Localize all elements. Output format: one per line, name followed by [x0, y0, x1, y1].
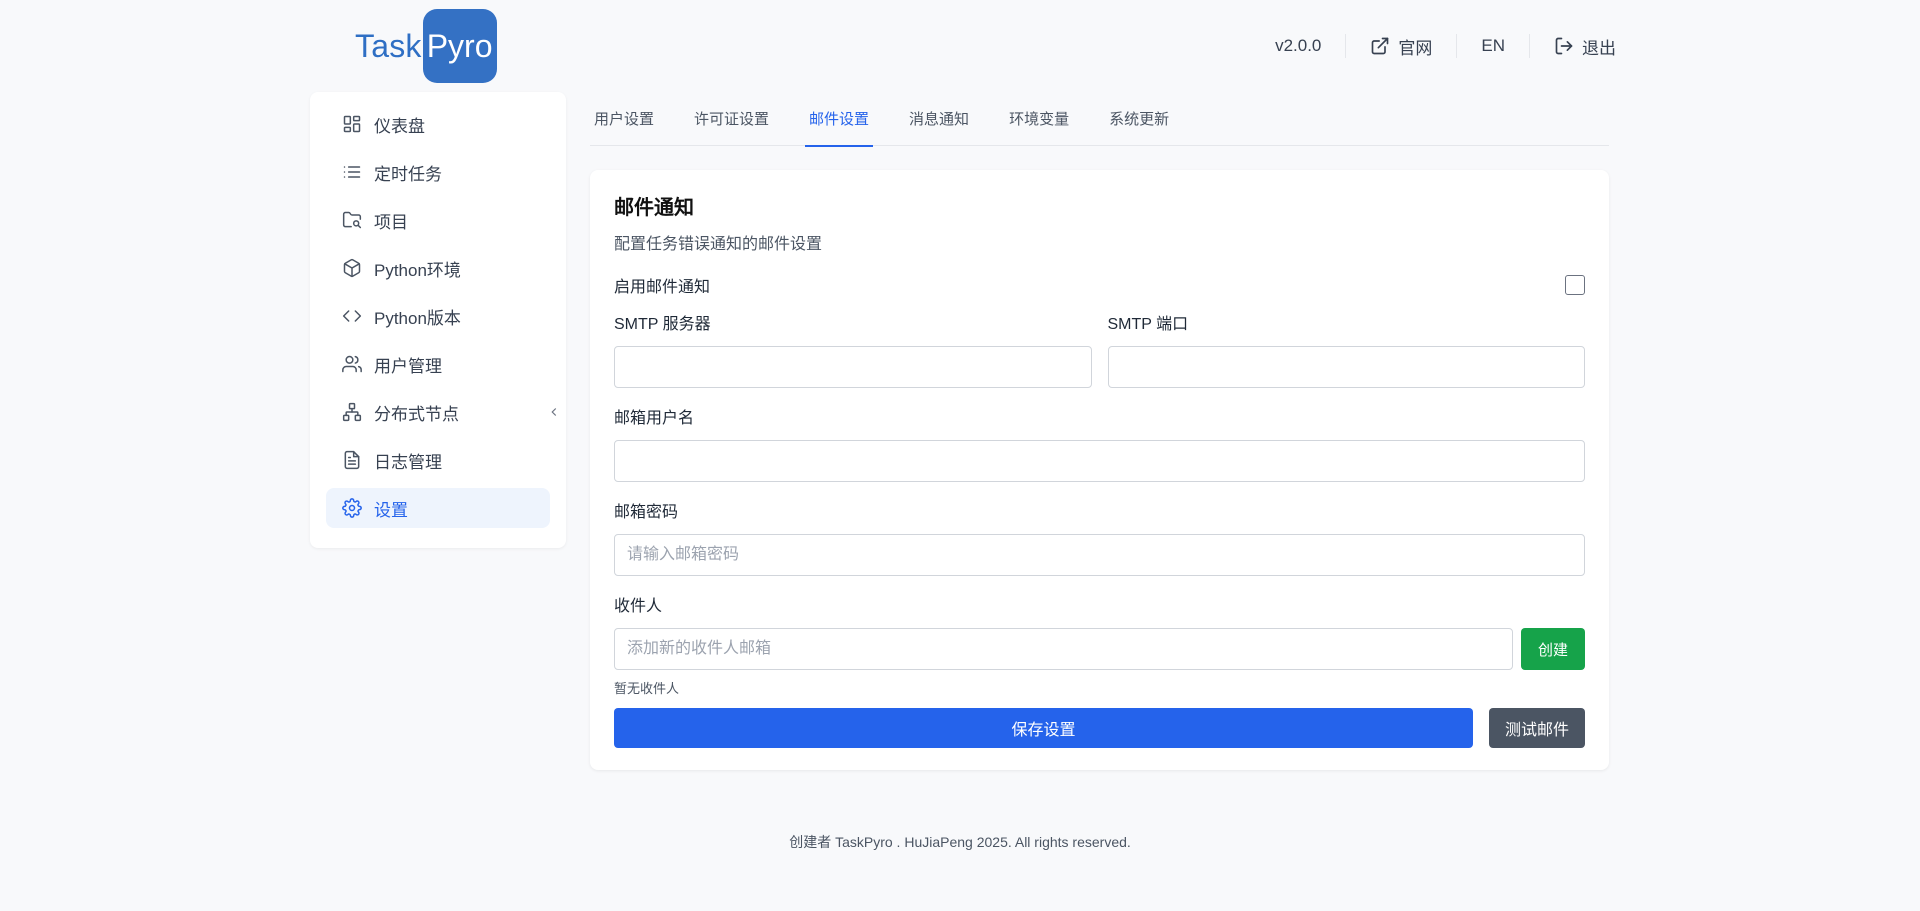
- card-actions: 保存设置 测试邮件: [614, 708, 1585, 748]
- save-settings-button[interactable]: 保存设置: [614, 708, 1473, 748]
- sidebar-item-label: 日志管理: [374, 452, 442, 472]
- password-label: 邮箱密码: [614, 504, 679, 521]
- sidebar-item-label: 定时任务: [374, 164, 442, 184]
- sidebar-item-label: 设置: [374, 500, 408, 520]
- tab-user-settings[interactable]: 用户设置: [590, 96, 658, 146]
- sidebar-collapse-button[interactable]: [542, 396, 566, 428]
- code-icon: [342, 310, 362, 322]
- enable-email-row: 启用邮件通知: [614, 274, 1585, 296]
- box-icon: [343, 258, 361, 278]
- email-settings-card: 邮件通知 配置任务错误通知的邮件设置 启用邮件通知 SMTP 服务器 SMTP …: [590, 170, 1609, 770]
- smtp-server-label: SMTP 服务器: [614, 316, 711, 333]
- password-field-group: 邮箱密码: [614, 502, 1585, 576]
- external-link-icon: [1372, 37, 1389, 55]
- sidebar-item-label: Python环境: [374, 260, 461, 280]
- website-link-label: 官网: [1398, 38, 1433, 58]
- smtp-port-input[interactable]: [1107, 346, 1585, 388]
- tab-email-settings[interactable]: 邮件设置: [805, 96, 874, 147]
- version-text: v2.0.0: [1275, 36, 1322, 55]
- settings-tabs: 用户设置 许可证设置 邮件设置 消息通知 环境变量 系统更新: [590, 96, 1609, 147]
- recipient-input-row: 创建: [614, 628, 1585, 670]
- recipients-field-group: 收件人 创建: [614, 596, 1585, 670]
- language-label: EN: [1481, 36, 1505, 55]
- tab-system-update[interactable]: 系统更新: [1105, 96, 1173, 146]
- sidebar-item-logs[interactable]: 日志管理: [326, 440, 550, 480]
- sidebar-item-nodes[interactable]: 分布式节点: [326, 392, 550, 432]
- sidebar-item-dashboard[interactable]: 仪表盘: [326, 104, 550, 144]
- logout-button[interactable]: 退出: [1530, 34, 1616, 58]
- smtp-port-field-group: SMTP 端口: [1107, 314, 1585, 388]
- enable-email-checkbox[interactable]: [1565, 275, 1585, 295]
- logo-text-pyro: Pyro: [422, 9, 497, 83]
- website-link[interactable]: 官网: [1346, 34, 1456, 58]
- smtp-server-input[interactable]: [614, 346, 1092, 388]
- test-email-button[interactable]: 测试邮件: [1489, 708, 1585, 748]
- tab-env-variables[interactable]: 环境变量: [1005, 96, 1073, 146]
- sidebar-item-label: 项目: [374, 212, 408, 232]
- header-actions: v2.0.0 官网 EN 退出: [1275, 28, 1616, 64]
- tab-notifications[interactable]: 消息通知: [905, 96, 973, 146]
- username-field-group: 邮箱用户名: [614, 408, 1585, 482]
- sidebar-item-users[interactable]: 用户管理: [326, 344, 550, 384]
- card-title: 邮件通知: [614, 197, 694, 219]
- tab-license-settings[interactable]: 许可证设置: [690, 96, 773, 146]
- list-icon: [343, 166, 361, 178]
- file-text-icon: [344, 450, 360, 470]
- logout-label: 退出: [1582, 38, 1616, 58]
- sidebar-item-label: 仪表盘: [374, 116, 425, 136]
- card-description: 配置任务错误通知的邮件设置: [614, 236, 823, 253]
- smtp-server-field-group: SMTP 服务器: [614, 314, 1092, 388]
- sidebar: 仪表盘 定时任务 项目 Python环境 Python版本 用户管理 分布式节点…: [310, 92, 566, 548]
- network-icon: [342, 402, 362, 422]
- dashboard-icon: [343, 115, 361, 133]
- folder-icon: [342, 211, 362, 229]
- smtp-port-label: SMTP 端口: [1107, 316, 1189, 333]
- empty-recipients-note: 暂无收件人: [614, 681, 680, 696]
- version-label: v2.0.0: [1275, 34, 1345, 58]
- sidebar-item-scheduled-tasks[interactable]: 定时任务: [326, 152, 550, 192]
- page-footer: 创建者 TaskPyro . HuJiaPeng 2025. All right…: [0, 832, 1920, 852]
- language-toggle[interactable]: EN: [1457, 34, 1529, 58]
- chevron-left-icon: [551, 408, 557, 416]
- enable-email-label: 启用邮件通知: [614, 279, 711, 296]
- sidebar-item-python-env[interactable]: Python环境: [326, 248, 550, 288]
- users-icon: [342, 355, 362, 373]
- sidebar-item-label: Python版本: [374, 308, 461, 328]
- sidebar-item-settings[interactable]: 设置: [326, 488, 550, 528]
- create-recipient-button[interactable]: 创建: [1521, 628, 1585, 670]
- sidebar-item-projects[interactable]: 项目: [326, 200, 550, 240]
- username-label: 邮箱用户名: [614, 410, 695, 427]
- sidebar-item-python-version[interactable]: Python版本: [326, 296, 550, 336]
- gear-icon: [342, 498, 362, 518]
- username-input[interactable]: [614, 440, 1585, 482]
- password-input[interactable]: [614, 534, 1585, 576]
- sidebar-item-label: 分布式节点: [374, 404, 459, 424]
- recipients-label: 收件人: [614, 598, 663, 615]
- logo-text-task: Task: [355, 27, 422, 64]
- logout-icon: [1555, 37, 1573, 55]
- sidebar-item-label: 用户管理: [374, 356, 442, 376]
- footer-text: 创建者 TaskPyro . HuJiaPeng 2025. All right…: [789, 834, 1131, 850]
- smtp-row: SMTP 服务器 SMTP 端口: [614, 314, 1585, 388]
- app-logo[interactable]: Task Pyro: [355, 9, 497, 83]
- recipient-input[interactable]: [614, 628, 1513, 670]
